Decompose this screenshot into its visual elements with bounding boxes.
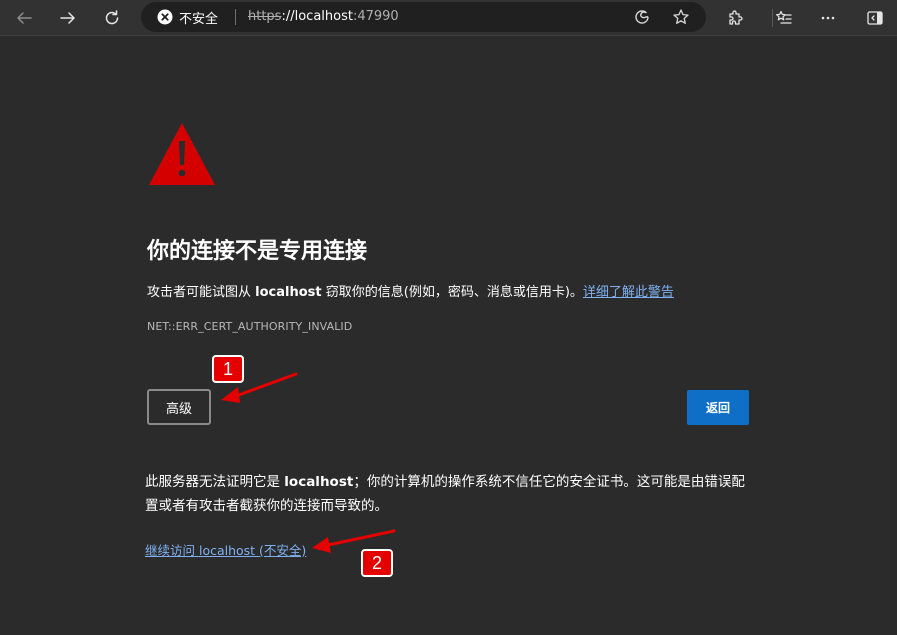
refresh-icon[interactable]: [97, 3, 127, 33]
security-label: 不安全: [179, 11, 219, 27]
extensions-icon[interactable]: [720, 3, 750, 33]
favorite-star-icon[interactable]: [666, 2, 696, 32]
address-divider: [235, 9, 236, 25]
browser-toolbar: 不安全 https://localhost:47990: [0, 0, 897, 36]
address-bar[interactable]: 不安全 https://localhost:47990: [141, 2, 706, 32]
favorites-icon[interactable]: [769, 3, 799, 33]
sidebar-toggle-icon[interactable]: [860, 3, 890, 33]
forward-icon[interactable]: [53, 3, 83, 33]
url-scheme: https: [248, 9, 282, 24]
not-secure-icon: [157, 9, 173, 25]
annotation-badge-1: 1: [212, 355, 244, 383]
annotation-badge-2: 2: [361, 549, 393, 577]
back-icon[interactable]: [9, 3, 39, 33]
security-indicator[interactable]: 不安全: [157, 8, 219, 27]
more-menu-icon[interactable]: [813, 3, 843, 33]
url-port: :47990: [352, 9, 399, 24]
url-host: ://localhost: [281, 9, 353, 24]
edge-read-aloud-icon[interactable]: [627, 2, 657, 32]
error-page: 你的连接不是专用连接 攻击者可能试图从 localhost 窃取你的信息(例如，…: [0, 37, 897, 635]
url-text[interactable]: https://localhost:47990: [248, 8, 399, 26]
annotation-arrows: [221, 372, 396, 553]
